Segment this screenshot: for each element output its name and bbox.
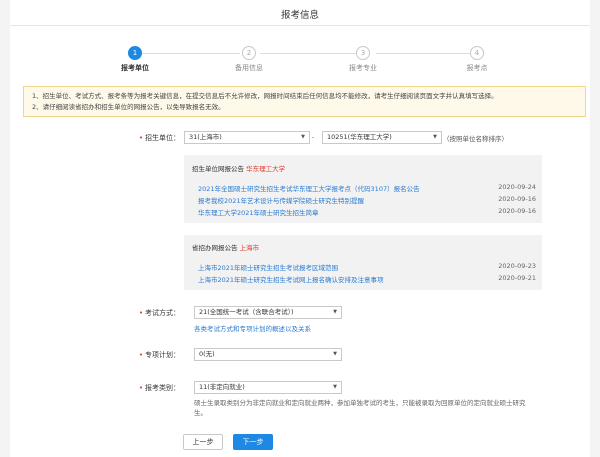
sort-note: （按照单位名称排序） [443, 135, 508, 143]
school-notice-link[interactable]: 报考我校2021年艺术设计与传媒学院硕士研究生特别提醒 [198, 195, 364, 205]
list-item: 报考我校2021年艺术设计与传媒学院硕士研究生特别提醒 2020-09-16 [198, 195, 536, 205]
notice-banner: 1、招生单位、考试方式、报考条等为报考关键信息，在提交信息后不允许修改，网报时间… [23, 86, 586, 117]
school-notice-box: 招生单位网报公告 华东理工大学 2021年全国硕士研究生招生考试华东理工大学报考… [184, 155, 542, 223]
school-notice-link[interactable]: 华东理工大学2021年硕士研究生招生简章 [198, 207, 319, 217]
special-plan-label: • 专项计划： [138, 351, 180, 359]
category-select[interactable]: 11(非定向就业) ▼ [194, 381, 342, 394]
unit-separator: - [312, 133, 315, 141]
province-notice-link[interactable]: 上海市2021年硕士研究生招生考试报考区域范围 [198, 262, 338, 272]
dropdown-caret-icon: ▼ [333, 309, 337, 315]
notice-date: 2020-09-24 [498, 183, 536, 191]
school-name: 华东理工大学 [246, 165, 286, 173]
unit-label: • 招生单位： [138, 134, 180, 142]
notice-date: 2020-09-16 [498, 207, 536, 215]
province-notice-box: 省招办网报公告 上海市 上海市2021年硕士研究生招生考试报考区域范围 2020… [184, 235, 542, 290]
school-select[interactable]: 10251(华东理工大学) ▼ [322, 131, 442, 144]
form-panel: 报考信息 1 2 3 4 报考单位 备用信息 报考专业 报考点 1、招生单位、考… [10, 0, 590, 457]
step-1-label: 报考单位 [121, 64, 149, 72]
prev-button[interactable]: 上一步 [183, 434, 223, 450]
dropdown-caret-icon: ▼ [433, 134, 437, 140]
list-item: 上海市2021年硕士研究生招生考试网上报名确认安排及注意事项 2020-09-2… [198, 274, 536, 284]
category-hint: 硕士生录取类别分为非定向就业和定向就业两种，参加单独考试的考生，只能被录取为回原… [194, 399, 526, 417]
notice-date: 2020-09-23 [498, 262, 536, 270]
province-select[interactable]: 31(上海市) ▼ [184, 131, 310, 144]
list-item: 2021年全国硕士研究生招生考试华东理工大学报考点（代码3107）报名公告 20… [198, 183, 536, 193]
notice-line-1: 1、招生单位、考试方式、报考条等为报考关键信息，在提交信息后不允许修改，网报时间… [32, 92, 498, 100]
exam-method-label: • 考试方式： [138, 309, 180, 317]
dropdown-caret-icon: ▼ [333, 384, 337, 390]
required-mark: • [138, 351, 143, 359]
list-item: 华东理工大学2021年硕士研究生招生简章 2020-09-16 [198, 207, 536, 217]
step-3-label: 报考专业 [349, 64, 377, 72]
school-notice-link[interactable]: 2021年全国硕士研究生招生考试华东理工大学报考点（代码3107）报名公告 [198, 183, 420, 193]
step-2-circle: 2 [242, 46, 256, 60]
notice-line-2: 2、请仔细阅读省招办和招生单位的网报公告，以免导致报名无效。 [32, 103, 225, 111]
step-3-circle: 3 [356, 46, 370, 60]
required-mark: • [138, 134, 143, 142]
page-title: 报考信息 [280, 10, 319, 21]
exam-method-overview-link[interactable]: 各类考试方式和专项计划的概述以及关系 [194, 323, 311, 333]
exam-method-select[interactable]: 21(全国统一考试（含联合考试）) ▼ [194, 306, 342, 319]
notice-date: 2020-09-21 [498, 274, 536, 282]
step-connector [260, 53, 356, 54]
special-plan-select[interactable]: 0(无) ▼ [194, 348, 342, 361]
step-4-label: 报考点 [466, 64, 488, 72]
list-item: 上海市2021年硕士研究生招生考试报考区域范围 2020-09-23 [198, 262, 536, 272]
step-connector [142, 53, 240, 54]
required-mark: • [138, 309, 143, 317]
notice-date: 2020-09-16 [498, 195, 536, 203]
required-mark: • [138, 384, 143, 392]
next-button[interactable]: 下一步 [233, 434, 273, 450]
header-divider [10, 25, 590, 26]
school-notice-title: 招生单位网报公告 华东理工大学 [192, 165, 286, 173]
step-4-circle: 4 [470, 46, 484, 60]
step-connector [376, 53, 474, 54]
province-notice-title: 省招办网报公告 上海市 [192, 244, 260, 252]
dropdown-caret-icon: ▼ [333, 351, 337, 357]
category-label: • 报考类别： [138, 384, 180, 392]
province-name: 上海市 [239, 244, 260, 252]
province-notice-link[interactable]: 上海市2021年硕士研究生招生考试网上报名确认安排及注意事项 [198, 274, 384, 284]
step-2-label: 备用信息 [235, 64, 263, 72]
dropdown-caret-icon: ▼ [301, 134, 305, 140]
step-1-circle: 1 [128, 46, 142, 60]
